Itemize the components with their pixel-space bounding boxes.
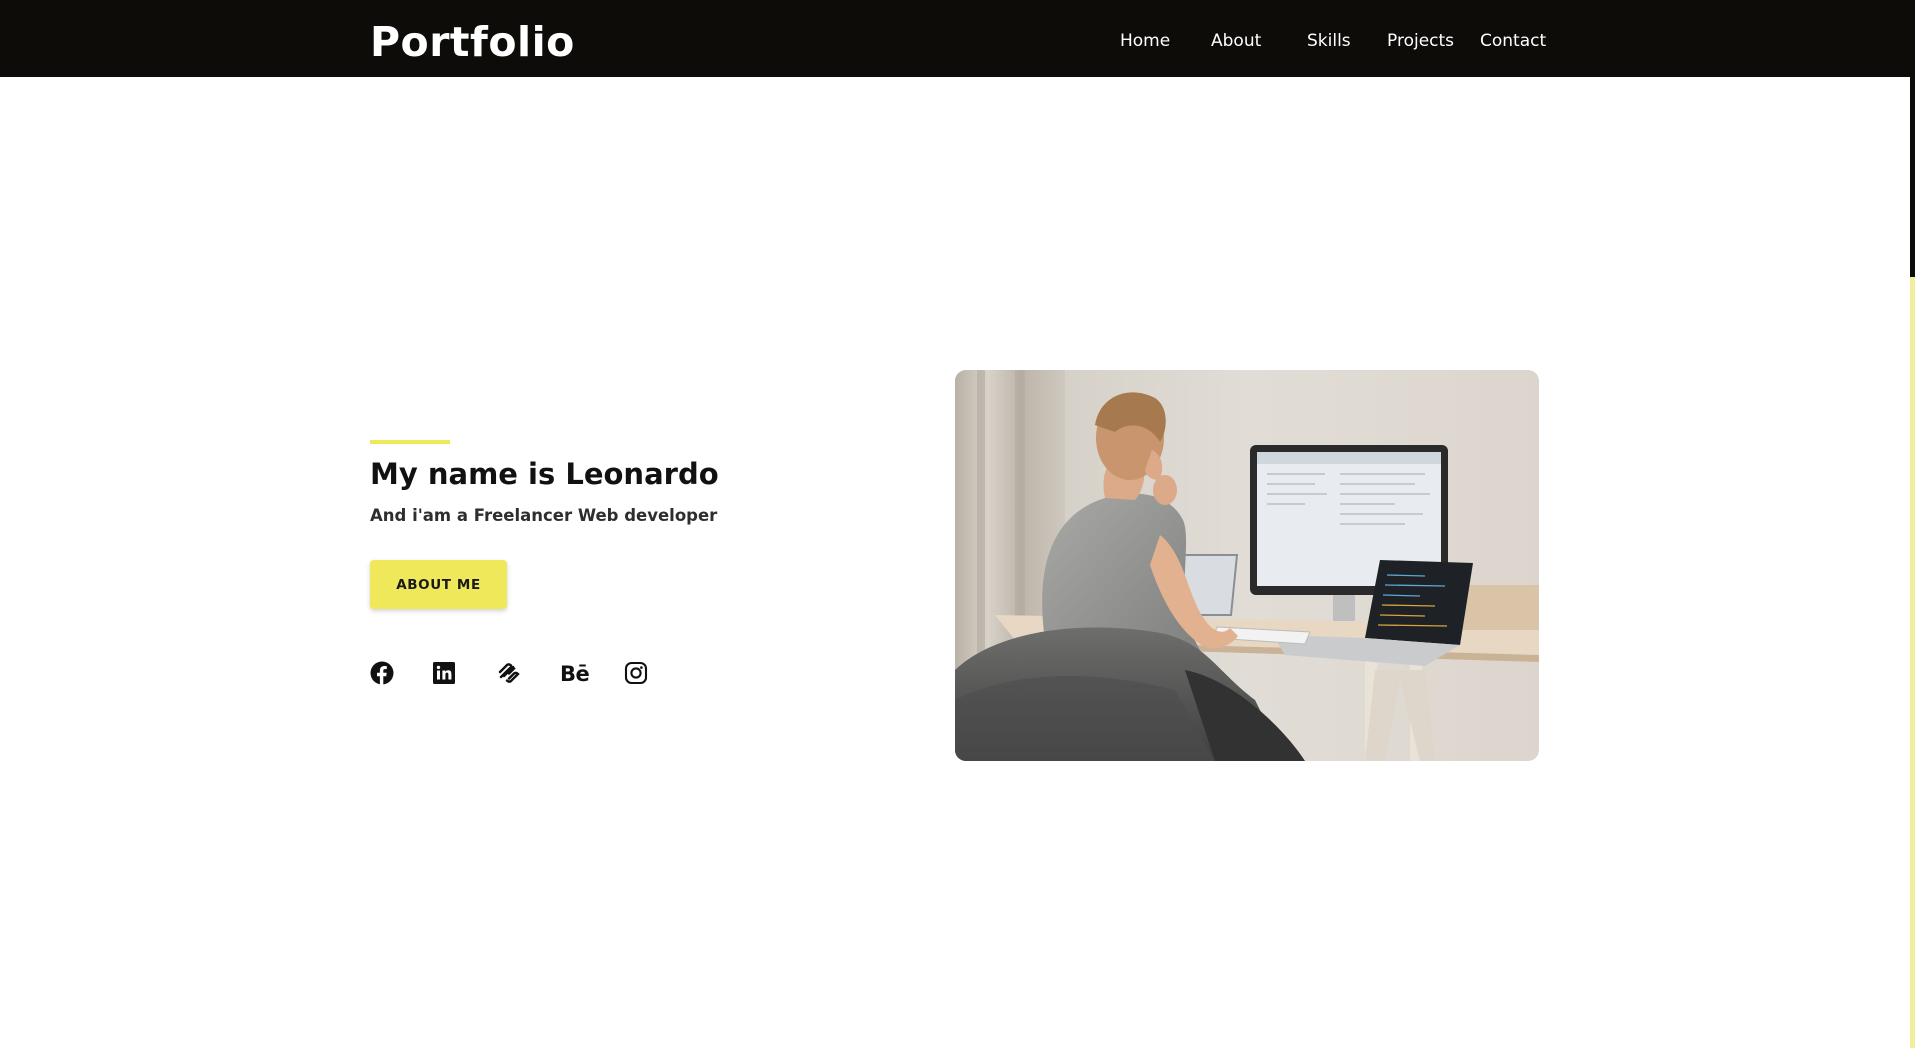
squarespace-icon[interactable] bbox=[496, 661, 522, 687]
nav-about-link[interactable]: About bbox=[1211, 30, 1261, 52]
about-me-button[interactable]: ABOUT ME bbox=[370, 560, 507, 609]
accent-divider bbox=[370, 440, 450, 444]
page: Portfolio Home About Skills Projects Con… bbox=[0, 0, 1915, 1048]
nav-skills-link[interactable]: Skills bbox=[1307, 30, 1351, 52]
nav-projects-link[interactable]: Projects bbox=[1387, 30, 1454, 52]
top-navbar: Portfolio Home About Skills Projects Con… bbox=[0, 0, 1910, 77]
facebook-icon[interactable] bbox=[370, 661, 394, 687]
behance-icon[interactable]: Bē bbox=[560, 661, 590, 687]
nav-contact-link[interactable]: Contact bbox=[1480, 30, 1546, 52]
hero-photo bbox=[955, 370, 1539, 761]
linkedin-icon[interactable] bbox=[432, 661, 456, 687]
main-nav: Home About Skills Projects Contact bbox=[0, 30, 1910, 52]
hero-title: My name is Leonardo bbox=[370, 457, 719, 491]
developer-workspace-image bbox=[955, 370, 1539, 761]
scrollbar-thumb[interactable] bbox=[1910, 0, 1915, 277]
nav-home-link[interactable]: Home bbox=[1120, 30, 1170, 52]
behance-glyph: Bē bbox=[560, 662, 590, 686]
instagram-icon[interactable] bbox=[624, 661, 648, 687]
hero-subtitle: And i'am a Freelancer Web developer bbox=[370, 506, 718, 525]
